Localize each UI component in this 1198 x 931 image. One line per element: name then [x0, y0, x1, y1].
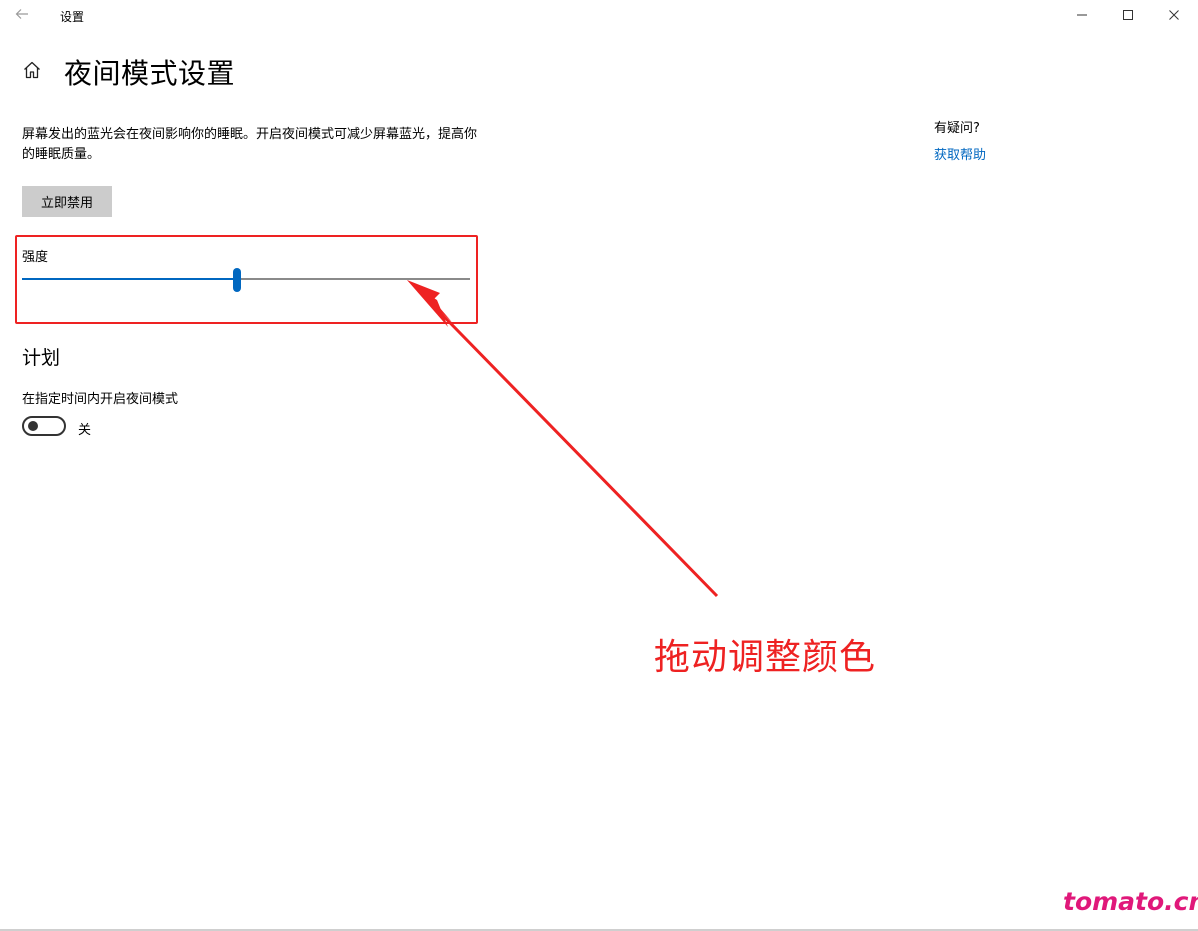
schedule-toggle[interactable]: [22, 416, 66, 436]
watermark: tomato.cm: [1063, 887, 1198, 916]
help-question: 有疑问?: [934, 121, 980, 136]
close-icon: [1168, 6, 1180, 25]
strength-slider[interactable]: [22, 266, 470, 294]
toggle-knob: [28, 421, 38, 431]
window-title: 设置: [60, 10, 85, 24]
toggle-state-text: 关: [78, 423, 92, 438]
annotation-text: 拖动调整颜色: [654, 637, 877, 678]
minimize-button[interactable]: [1059, 0, 1105, 30]
description-text: 屏幕发出的蓝光会在夜间影响你的睡眠。开启夜间模式可减少屏幕蓝光，提高你的睡眠质量…: [22, 127, 478, 162]
strength-label: 强度: [22, 250, 49, 265]
back-button[interactable]: [8, 2, 36, 28]
title-bar: 设置: [0, 0, 1198, 32]
schedule-heading: 计划: [22, 347, 61, 369]
home-icon: [22, 60, 42, 84]
maximize-button[interactable]: [1105, 0, 1151, 30]
get-help-link[interactable]: 获取帮助: [934, 144, 986, 163]
close-button[interactable]: [1151, 0, 1197, 30]
back-arrow-icon: [15, 6, 29, 25]
slider-fill: [22, 278, 237, 280]
page-title: 夜间模式设置: [64, 57, 236, 90]
slider-thumb[interactable]: [233, 268, 241, 292]
schedule-toggle-label: 在指定时间内开启夜间模式: [22, 392, 179, 407]
home-button[interactable]: [20, 60, 44, 84]
minimize-icon: [1076, 6, 1088, 25]
settings-window: 设置 夜间模式设置 屏幕发出的蓝光会在夜间影响你的睡眠。开启夜间模式可减少屏幕蓝…: [0, 0, 1198, 931]
maximize-icon: [1122, 6, 1134, 25]
disable-now-button[interactable]: 立即禁用: [22, 186, 112, 217]
